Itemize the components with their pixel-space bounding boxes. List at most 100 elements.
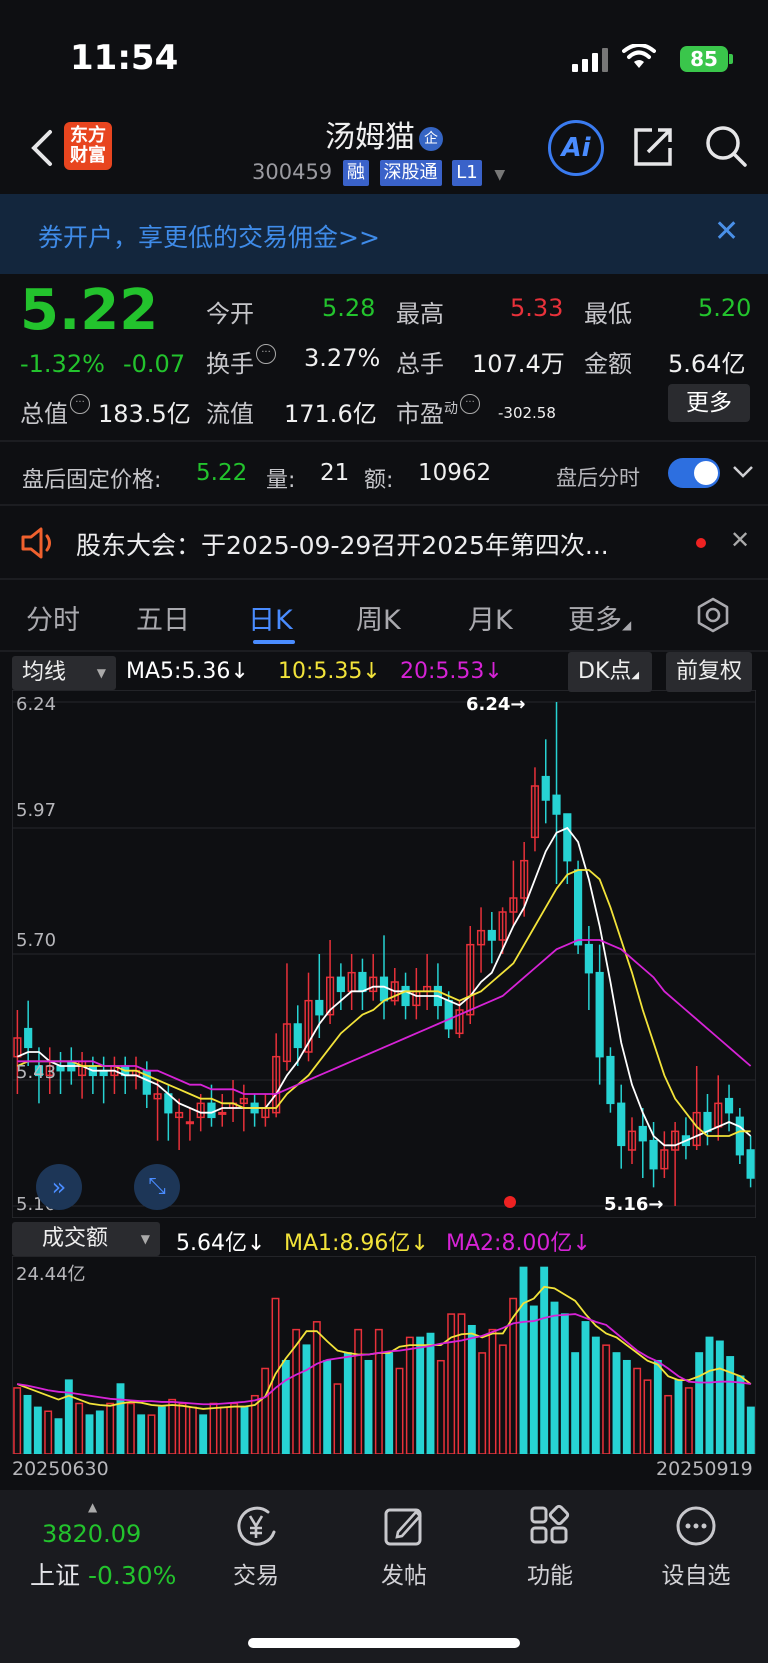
candle [358,958,367,1010]
index-ticker[interactable]: 上证 -0.30% [30,1556,176,1592]
divider [0,578,768,580]
dropdown-caret-icon: ▼ [96,666,106,680]
dk-point-button[interactable]: DK点◢ [568,652,652,692]
more-button[interactable]: 更多 [668,384,750,422]
tab-intraday[interactable]: 分时 [26,598,80,637]
min-price-label: 5.16→ [604,1194,664,1215]
chevron-down-icon[interactable] [732,464,754,480]
volume-chart[interactable] [12,1256,756,1454]
volume-bar [436,1359,445,1454]
volume-bar [33,1406,42,1454]
candle [584,926,593,1010]
volume-bar [653,1359,662,1454]
candle [412,968,421,1020]
tab-more[interactable]: 更多◢ [568,598,631,637]
ma10-value: 10:5.35↓ [278,659,381,684]
candle-body [358,971,367,993]
candle-body [336,976,345,993]
candle [681,1117,691,1160]
watchlist-more-icon[interactable] [674,1504,718,1548]
y-tick-label: 5.43 [16,1062,57,1083]
volume-bar [168,1398,177,1454]
trade-button[interactable]: 交易 [196,1556,316,1590]
volume-bar [540,1266,549,1454]
volume-value: 5.64亿↓ [176,1231,266,1256]
volume-bar [209,1402,218,1454]
volume-bar [374,1328,383,1454]
ma20-text: 20:5.53 [400,659,485,684]
settings-gear-icon[interactable] [694,596,732,634]
candle [552,702,561,884]
trade-yen-icon[interactable] [234,1504,282,1548]
volume-bar [333,1383,342,1454]
candle [379,935,389,1020]
candle [228,1080,238,1122]
volume-bar [364,1359,373,1454]
volume-indicator-selector[interactable]: 成交额 ▼ [12,1222,160,1256]
turnover-value: 3.27% [304,344,381,372]
candle [444,991,453,1038]
mcap-label[interactable]: 总值 ··· [20,394,90,429]
adjust-button[interactable]: 前复权 [666,652,752,692]
candle [714,1075,723,1141]
unread-dot [696,538,706,548]
x-end-label: 20250919 [656,1458,753,1480]
volume-ma2-text: MA2:8.00亿 [446,1231,573,1256]
turnover-label[interactable]: 换手 ··· [206,344,276,379]
y-tick-label: 5.70 [16,930,57,951]
mcap-value: 183.5亿 [98,400,191,428]
volume-bar [622,1359,631,1454]
promo-banner-text[interactable]: 券开户，享更低的交易佣金>> [38,218,380,254]
tab-daily-k[interactable]: 日K [248,598,293,637]
tag-margin: 融 [342,160,369,186]
candlestick-chart[interactable] [12,690,756,1218]
volume-bar [240,1406,249,1454]
info-icon[interactable]: ··· [460,394,480,414]
indicator-selector[interactable]: 均线 ▼ [12,656,116,690]
functions-grid-icon[interactable] [528,1504,572,1548]
search-icon[interactable] [704,124,748,168]
expand-left-icon[interactable]: » [36,1164,82,1210]
pe-label[interactable]: 市盈动 ··· [396,394,480,429]
notice-text[interactable]: 股东大会：于2025-09-29召开2025年第四次... [76,526,609,562]
chevron-down-icon[interactable]: ▼ [494,167,505,183]
indicator-selector-label: 均线 [22,660,67,685]
candle-body [584,943,593,974]
share-icon[interactable] [632,124,676,168]
candle-body [606,1055,615,1105]
tab-weekly-k[interactable]: 周K [356,598,401,637]
open-label: 今开 [206,300,254,328]
promo-close-icon[interactable]: ✕ [714,214,739,249]
high-label: 最高 [396,300,444,328]
volume-bar [219,1406,228,1454]
divider [0,440,768,442]
candle-body [595,971,604,1058]
fullscreen-icon[interactable]: ⤡ [134,1164,180,1210]
volume-bar [519,1266,528,1454]
x-start-label: 20250630 [12,1458,109,1480]
info-icon[interactable]: ··· [70,394,90,414]
volume-bar [85,1414,94,1454]
volume-bar [478,1352,487,1454]
volume-bar [705,1336,714,1454]
tab-five-day[interactable]: 五日 [136,598,190,637]
tab-monthly-k[interactable]: 月K [468,598,513,637]
index-change: -0.30% [87,1561,177,1590]
info-icon[interactable]: ··· [256,344,276,364]
candle [476,907,486,973]
post-edit-icon[interactable] [382,1504,426,1548]
ma5-text: MA5:5.36 [126,659,231,684]
add-watchlist-button[interactable]: 设自选 [636,1556,756,1590]
index-value[interactable]: 3820.09 [42,1520,141,1548]
volume-bar [230,1402,239,1454]
candle [175,1098,184,1150]
wifi-icon [622,44,656,68]
ai-assistant-button[interactable]: Ai [548,120,604,176]
post-button[interactable]: 发帖 [344,1556,464,1590]
notice-close-icon[interactable]: ✕ [730,526,750,554]
event-marker-dot[interactable] [504,1196,516,1208]
candle [110,1056,119,1094]
functions-button[interactable]: 功能 [490,1556,610,1590]
stock-code-line[interactable]: 300459 融 深股通 L1 ▼ [252,160,505,186]
candle-body [379,976,389,1002]
